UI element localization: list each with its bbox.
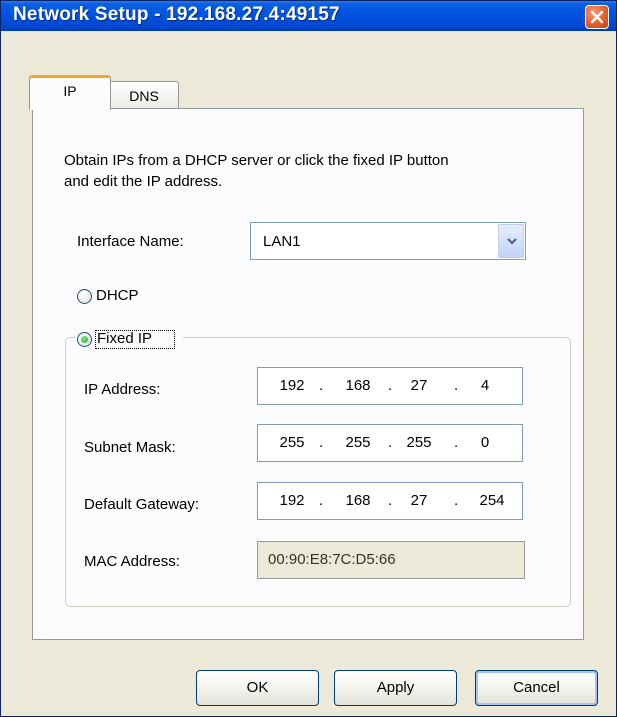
subnet-mask-label: Subnet Mask: [84,439,176,456]
interface-name-value: LAN1 [263,233,301,250]
gateway-dot: . [454,492,459,509]
ip-dot: . [319,377,324,394]
mac-address-field: 00:90:E8:7C:D5:66 [257,541,525,579]
subnet-dot: . [319,434,324,451]
close-icon [590,10,604,24]
default-gateway-field[interactable]: 192 . 168 . 27 . 254 [257,482,523,520]
gateway-octet-4[interactable]: 254 [470,492,514,509]
ip-octet-3[interactable]: 27 [397,377,441,394]
default-gateway-label: Default Gateway: [84,496,200,513]
description-line-2: and edit the IP address. [64,173,223,190]
description-line-1: Obtain IPs from a DHCP server or click t… [64,152,449,169]
cancel-button[interactable]: Cancel [475,670,598,706]
ip-dot: . [454,377,459,394]
fixed-ip-radio[interactable] [77,332,92,347]
subnet-dot: . [388,434,393,451]
gateway-dot: . [319,492,324,509]
network-setup-dialog: Network Setup - 192.168.27.4:49157 DNS I… [0,0,617,717]
interface-name-select[interactable]: LAN1 [250,222,526,260]
ip-octet-4[interactable]: 4 [463,377,507,394]
ip-dot: . [388,377,393,394]
subnet-octet-3[interactable]: 255 [397,434,441,451]
subnet-dot: . [454,434,459,451]
gateway-dot: . [388,492,393,509]
mac-address-value: 00:90:E8:7C:D5:66 [268,551,396,568]
close-button[interactable] [585,5,609,29]
gateway-octet-2[interactable]: 168 [336,492,380,509]
fixed-ip-radio-selected-dot [81,336,88,343]
ip-octet-2[interactable]: 168 [336,377,380,394]
subnet-mask-field[interactable]: 255 . 255 . 255 . 0 [257,424,523,462]
tab-ip-label: IP [63,83,77,99]
tab-dns-label: DNS [129,88,159,104]
subnet-octet-2[interactable]: 255 [336,434,380,451]
gateway-octet-3[interactable]: 27 [397,492,441,509]
subnet-octet-4[interactable]: 0 [463,434,507,451]
ok-button[interactable]: OK [196,670,319,706]
chevron-down-icon [507,238,517,245]
ip-octet-1[interactable]: 192 [270,377,314,394]
window-title: Network Setup - 192.168.27.4:49157 [13,4,340,25]
dhcp-label[interactable]: DHCP [96,287,139,304]
interface-name-label: Interface Name: [77,233,184,250]
mac-address-label: MAC Address: [84,553,180,570]
interface-dropdown-button[interactable] [498,224,524,258]
tab-dns[interactable]: DNS [109,81,179,109]
title-bar[interactable]: Network Setup - 192.168.27.4:49157 [1,1,616,31]
ip-address-field[interactable]: 192 . 168 . 27 . 4 [257,367,523,405]
ip-address-label: IP Address: [84,381,161,398]
apply-button[interactable]: Apply [334,670,457,706]
gateway-octet-1[interactable]: 192 [270,492,314,509]
dhcp-radio[interactable] [77,289,92,304]
fixed-ip-label[interactable]: Fixed IP [97,330,152,347]
subnet-octet-1[interactable]: 255 [270,434,314,451]
tab-ip[interactable]: IP [29,75,111,110]
